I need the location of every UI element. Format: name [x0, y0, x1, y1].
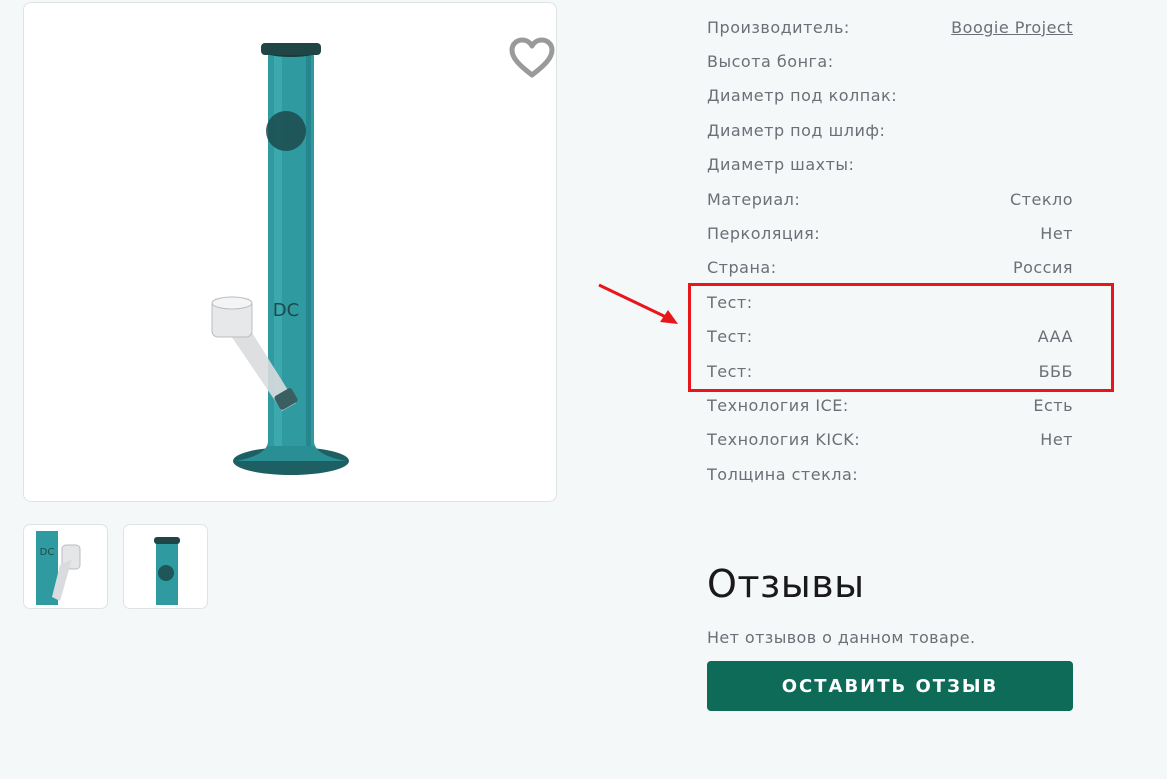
heart-icon[interactable] — [509, 37, 555, 79]
spec-value: Нет — [1040, 430, 1073, 450]
spec-row: Диаметр шахты: — [707, 148, 1073, 182]
spec-row: Диаметр под колпак: — [707, 79, 1073, 113]
spec-row: Толщина стекла: — [707, 457, 1073, 491]
spec-value: Нет — [1040, 224, 1073, 244]
spec-value: Есть — [1033, 395, 1073, 415]
thumbnail-1-image: DC — [36, 531, 81, 605]
spec-row: Страна: Россия — [707, 251, 1073, 285]
spec-row: Диаметр под шлиф: — [707, 113, 1073, 147]
spec-label: Страна: — [707, 258, 777, 278]
spec-row: Материал: Стекло — [707, 182, 1073, 216]
spec-label: Производитель: — [707, 17, 850, 37]
spec-label: Материал: — [707, 189, 801, 209]
spec-row: Технология KICK: Нет — [707, 423, 1073, 457]
reviews-title: Отзывы — [707, 562, 865, 606]
spec-row: Высота бонга: — [707, 44, 1073, 78]
spec-label: Технология ICE: — [707, 395, 849, 415]
svg-text:DC: DC — [273, 300, 299, 321]
spec-value: Россия — [1012, 258, 1073, 278]
manufacturer-link[interactable]: Boogie Project — [951, 18, 1073, 37]
spec-label: Высота бонга: — [707, 52, 834, 72]
svg-text:DC: DC — [40, 547, 55, 558]
spec-row: Технология ICE: Есть — [707, 388, 1073, 422]
spec-row: Перколяция: Нет — [707, 216, 1073, 250]
highlight-box — [688, 283, 1114, 392]
spec-value: Boogie Project — [951, 18, 1073, 37]
spec-label: Диаметр под колпак: — [707, 86, 898, 106]
bong-image: DC — [211, 43, 349, 475]
product-specs: Производитель: Boogie Project Высота бонга… — [707, 10, 1073, 491]
spec-value: Стекло — [1009, 189, 1073, 209]
red-arrow-icon — [598, 283, 678, 324]
spec-label: Технология KICK: — [707, 430, 861, 450]
product-main-image[interactable]: DC — [23, 2, 557, 502]
thumbnail-2[interactable] — [123, 524, 208, 609]
spec-row: Производитель: Boogie Project — [707, 10, 1073, 44]
thumbnail-2-image — [154, 537, 180, 605]
leave-review-button[interactable]: ОСТАВИТЬ ОТЗЫВ — [707, 661, 1073, 711]
no-reviews-text: Нет отзывов о данном товаре. — [707, 628, 976, 647]
spec-label: Диаметр под шлиф: — [707, 120, 886, 140]
spec-label: Толщина стекла: — [707, 464, 859, 484]
spec-label: Диаметр шахты: — [707, 155, 855, 175]
spec-label: Перколяция: — [707, 224, 821, 244]
thumbnail-1[interactable]: DC — [23, 524, 108, 609]
